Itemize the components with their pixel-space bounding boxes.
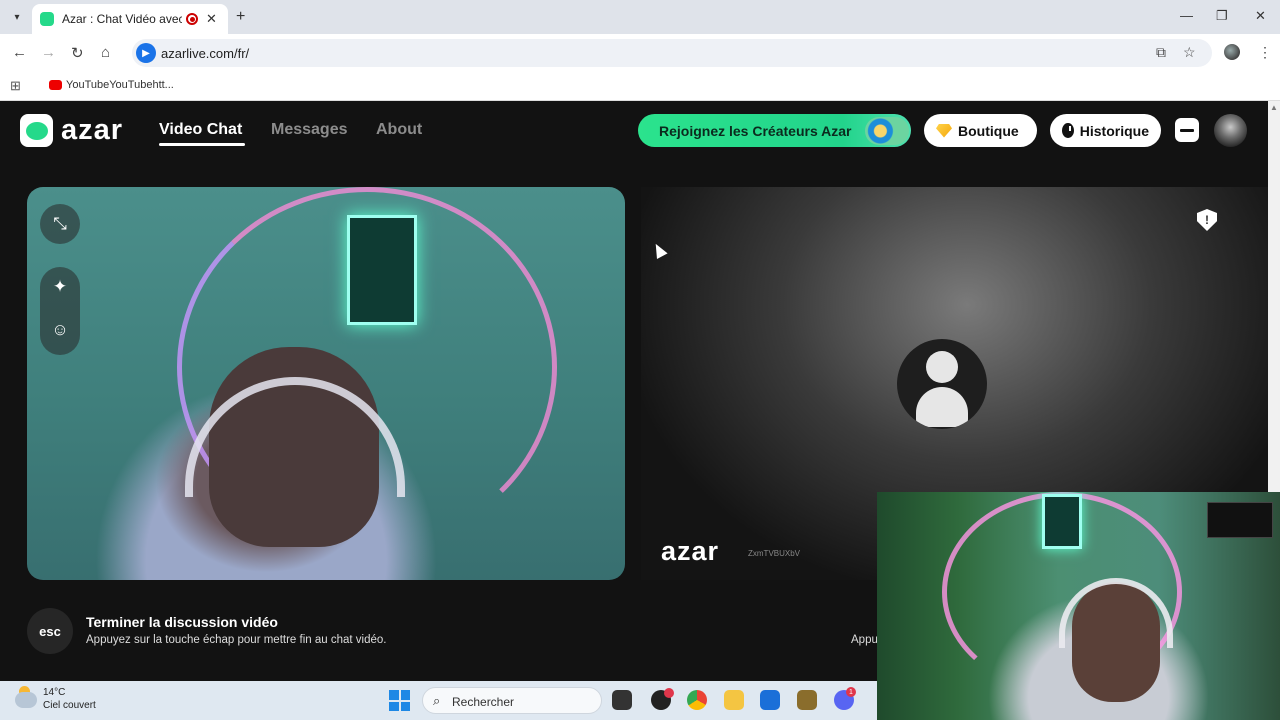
taskbar-search[interactable]: ⌕ Rechercher [422, 687, 602, 714]
bookmark-star-icon[interactable]: ☆ [1183, 44, 1196, 61]
discord-badge: 1 [846, 687, 856, 697]
local-video: ⤡ ✦ ☺ [27, 187, 625, 580]
address-bar[interactable]: ▶ azarlive.com/fr/ [132, 39, 1212, 67]
end-chat-description: Appuyez sur la touche échap pour mettre … [86, 634, 387, 646]
cast-icon[interactable]: ⧉ [1156, 44, 1166, 61]
next-chat-hint: Appu [851, 634, 878, 646]
nav-about[interactable]: About [376, 121, 422, 139]
restore-icon[interactable]: ❐ [1216, 8, 1228, 24]
webcam-overlay [877, 492, 1280, 720]
partner-id: ZxmTVBUXbV [748, 549, 801, 558]
azar-logo-text[interactable]: azar [61, 114, 123, 147]
close-window-icon[interactable]: ✕ [1255, 8, 1266, 24]
webcam-neon-frame [1042, 494, 1082, 549]
azar-watermark: azar [661, 536, 720, 566]
webcam-wall-tv [1207, 502, 1273, 538]
browser-tab[interactable]: Azar : Chat Vidéo avec de n ✕ [32, 4, 228, 34]
task-view-icon[interactable] [612, 690, 632, 710]
tab-list-icon[interactable]: ▾ [8, 8, 26, 26]
search-icon: ⌕ [433, 693, 441, 708]
end-chat-title: Terminer la discussion vidéo [86, 614, 278, 630]
file-explorer-icon[interactable] [724, 690, 744, 710]
sticker-face-icon[interactable]: ☺ [40, 310, 80, 350]
neon-frame [347, 215, 417, 325]
esc-key-badge: esc [27, 608, 73, 654]
temperature[interactable]: 14°C [43, 687, 65, 698]
local-video-tools: ⤡ ✦ ☺ [40, 204, 80, 355]
home-icon[interactable]: ⌂ [101, 44, 110, 61]
minimize-video-icon[interactable]: ⤡ [40, 204, 80, 244]
scroll-up-icon[interactable]: ▲ [1270, 103, 1278, 112]
user-avatar[interactable] [1214, 114, 1247, 147]
bookmarks-bar: ⊞ YouTubeYouTubehtt... [0, 72, 1280, 101]
join-creators-label: Rejoignez les Créateurs Azar [659, 122, 852, 139]
history-label: Historique [1079, 122, 1149, 139]
back-icon[interactable]: ← [12, 44, 27, 61]
user-placeholder-icon [897, 339, 987, 429]
new-tab-icon[interactable]: + [236, 8, 245, 26]
youtube-icon [49, 80, 62, 90]
forward-icon[interactable]: → [41, 44, 56, 61]
profile-icon[interactable] [1224, 44, 1240, 60]
creators-illustration-icon [865, 117, 909, 145]
nav-video-chat[interactable]: Video Chat [159, 121, 242, 139]
inbox-icon[interactable] [1175, 118, 1199, 142]
nav-messages[interactable]: Messages [271, 121, 348, 139]
minimize-icon[interactable]: — [1180, 8, 1193, 23]
history-button[interactable]: Historique [1050, 114, 1161, 147]
weather-condition[interactable]: Ciel couvert [43, 700, 96, 711]
recording-icon [186, 13, 198, 25]
url-text[interactable]: azarlive.com/fr/ [161, 46, 249, 61]
site-camera-icon[interactable]: ▶ [136, 43, 156, 63]
tab-bar: ▾ Azar : Chat Vidéo avec de n ✕ + — ❐ ✕ [0, 0, 1280, 34]
shop-label: Boutique [958, 122, 1019, 139]
magic-wand-icon[interactable]: ✦ [40, 267, 80, 307]
windows-start-icon[interactable] [389, 690, 410, 711]
obs-notification-dot [664, 688, 674, 698]
league-icon[interactable] [797, 690, 817, 710]
bookmark-youtube[interactable]: YouTubeYouTubehtt... [66, 79, 174, 91]
store-icon[interactable] [760, 690, 780, 710]
clock-icon [1062, 123, 1074, 138]
nav-active-indicator [159, 143, 245, 146]
diamond-icon [936, 123, 952, 138]
chrome-icon[interactable] [687, 690, 707, 710]
menu-icon[interactable]: ⋮ [1258, 44, 1272, 61]
azar-favicon-icon [40, 12, 54, 26]
close-tab-icon[interactable]: ✕ [206, 11, 217, 27]
azar-logo-icon[interactable] [20, 114, 53, 147]
search-label: Rechercher [452, 695, 515, 709]
join-creators-button[interactable]: Rejoignez les Créateurs Azar [638, 114, 911, 147]
shop-button[interactable]: Boutique [924, 114, 1037, 147]
weather-cloud-icon[interactable] [15, 692, 37, 708]
browser-toolbar: ← → ↻ ⌂ ▶ azarlive.com/fr/ ⧉ ☆ ⋮ [0, 34, 1280, 72]
tab-title: Azar : Chat Vidéo avec de n [62, 12, 182, 26]
reload-icon[interactable]: ↻ [71, 44, 84, 62]
report-shield-icon[interactable]: ! [1197, 209, 1217, 231]
apps-grid-icon[interactable]: ⊞ [10, 78, 21, 94]
